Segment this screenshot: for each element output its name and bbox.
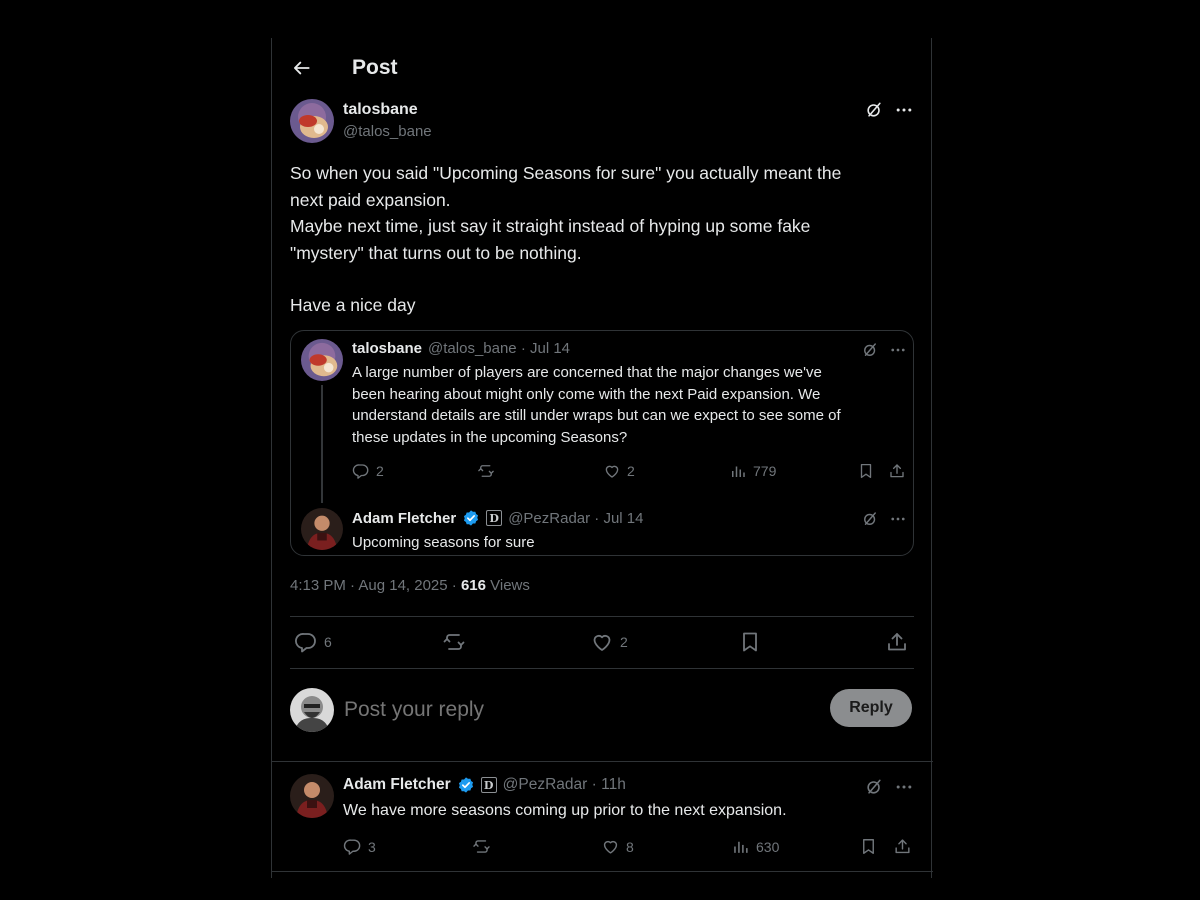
quote-reply-header: Adam Fletcher D @PezRadar · Jul 14 xyxy=(352,509,644,527)
divider xyxy=(290,668,914,669)
more-icon[interactable] xyxy=(887,339,909,361)
bookmark-icon[interactable] xyxy=(738,630,762,654)
post-text-line: Have a nice day xyxy=(290,295,416,315)
like-count: 2 xyxy=(620,634,628,650)
quote-author-name[interactable]: talosbane xyxy=(352,340,422,357)
reply-button[interactable]: 6 xyxy=(294,630,332,654)
reply-count: 2 xyxy=(376,463,384,479)
avatar[interactable] xyxy=(301,508,343,550)
grok-icon[interactable] xyxy=(859,508,881,530)
author-name[interactable]: talosbane xyxy=(343,101,418,119)
divider xyxy=(272,871,933,872)
reply-header: Adam Fletcher D @PezRadar · 11h xyxy=(343,776,626,794)
quote-text-line: understand details are still under wraps… xyxy=(352,407,841,424)
bookmark-icon[interactable] xyxy=(857,462,875,480)
avatar[interactable] xyxy=(290,774,334,818)
reply-input[interactable] xyxy=(344,693,744,727)
quote-text-line: been hearing about might only come with … xyxy=(352,385,821,403)
reply-count: 3 xyxy=(368,838,376,855)
quote-reply-author-name[interactable]: Adam Fletcher xyxy=(352,510,456,527)
quoted-thread-card[interactable]: talosbane @talos_bane · Jul 14 A large n… xyxy=(290,330,914,556)
post-body: So when you said "Upcoming Seasons for s… xyxy=(290,160,920,319)
verified-badge-icon xyxy=(457,776,475,794)
post-text-line: "mystery" that turns out to be nothing. xyxy=(290,242,582,263)
repost-icon xyxy=(477,462,495,480)
like-count: 2 xyxy=(627,463,635,479)
like-count: 8 xyxy=(626,838,634,855)
reply-icon xyxy=(352,462,370,480)
author-handle[interactable]: @talos_bane xyxy=(343,123,432,140)
current-user-avatar[interactable] xyxy=(290,688,334,732)
back-arrow-icon[interactable] xyxy=(290,56,314,80)
reply-button[interactable]: 2 xyxy=(352,462,384,480)
quote-author-meta[interactable]: @talos_bane · Jul 14 xyxy=(428,340,570,357)
share-icon[interactable] xyxy=(893,837,912,856)
divider xyxy=(272,761,933,762)
post-text-line: So when you said "Upcoming Seasons for s… xyxy=(290,163,842,183)
thread-connector-line xyxy=(321,385,323,503)
post-timestamp[interactable]: 4:13 PM · Aug 14, 2025 · xyxy=(290,577,461,594)
views-button[interactable]: 630 xyxy=(731,837,779,856)
share-icon[interactable] xyxy=(885,630,909,654)
quote-header: talosbane @talos_bane · Jul 14 xyxy=(352,340,570,357)
grok-icon[interactable] xyxy=(862,98,886,122)
heart-icon xyxy=(603,462,621,480)
reply-text: We have more seasons coming up prior to … xyxy=(343,802,787,819)
reply-button[interactable]: Reply xyxy=(830,689,912,727)
post-text-line: next paid expansion. xyxy=(290,189,451,210)
affiliate-badge[interactable]: D xyxy=(480,777,497,793)
repost-icon xyxy=(442,630,466,654)
avatar[interactable] xyxy=(301,339,343,381)
grok-icon[interactable] xyxy=(859,339,881,361)
post-text-line: Maybe next time, just say it straight in… xyxy=(290,216,811,236)
repost-button[interactable] xyxy=(442,630,466,654)
views-label: Views xyxy=(485,577,530,594)
like-button[interactable]: 8 xyxy=(601,837,634,856)
reply-icon xyxy=(343,837,362,856)
repost-button[interactable] xyxy=(472,837,491,856)
like-button[interactable]: 2 xyxy=(603,462,635,480)
quote-text-line: these updates in the upcoming Seasons? xyxy=(352,428,628,446)
reply-author-name[interactable]: Adam Fletcher xyxy=(343,776,451,794)
more-icon[interactable] xyxy=(887,508,909,530)
heart-icon xyxy=(601,837,620,856)
post-column: Post talosbane @talos_bane So when you s… xyxy=(271,38,933,878)
repost-button[interactable] xyxy=(477,462,495,480)
views-count: 630 xyxy=(756,838,780,855)
reply-icon xyxy=(294,630,318,654)
reply-author-meta[interactable]: @PezRadar · 11h xyxy=(503,776,626,794)
repost-icon xyxy=(472,837,491,856)
quote-reply-text: Upcoming seasons for sure xyxy=(352,534,535,551)
post-timestamp-row: 4:13 PM · Aug 14, 2025 · 616 Views xyxy=(290,577,530,594)
more-icon[interactable] xyxy=(892,98,916,122)
views-count: 616 xyxy=(460,577,486,594)
views-icon xyxy=(729,462,747,480)
heart-icon xyxy=(590,630,614,654)
reply-count: 6 xyxy=(324,634,332,650)
verified-badge-icon xyxy=(462,509,480,527)
quote-text-line: A large number of players are concerned … xyxy=(352,364,822,381)
views-button[interactable]: 779 xyxy=(729,462,776,480)
page-title: Post xyxy=(352,56,398,79)
more-icon[interactable] xyxy=(892,775,916,799)
like-button[interactable]: 2 xyxy=(590,630,628,654)
quote-text: A large number of players are concerned … xyxy=(352,362,907,448)
grok-icon[interactable] xyxy=(862,775,886,799)
affiliate-badge[interactable]: D xyxy=(486,510,503,526)
reply-button[interactable]: 3 xyxy=(343,837,376,856)
quote-reply-author-meta[interactable]: @PezRadar · Jul 14 xyxy=(508,510,643,527)
bookmark-icon[interactable] xyxy=(859,837,878,856)
views-icon xyxy=(731,837,750,856)
views-count: 779 xyxy=(753,463,777,479)
avatar[interactable] xyxy=(290,99,334,143)
share-icon[interactable] xyxy=(888,462,906,480)
divider xyxy=(290,616,914,617)
